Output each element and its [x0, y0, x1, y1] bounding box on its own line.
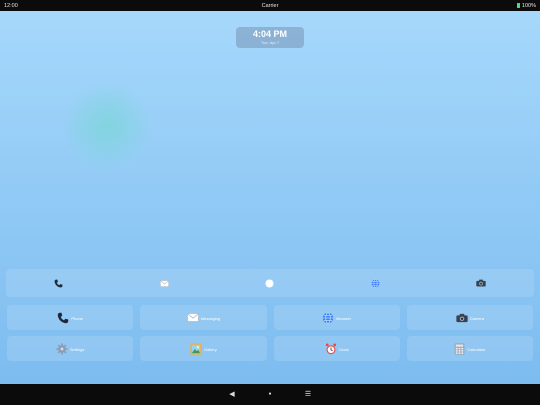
camera-icon — [456, 313, 468, 323]
clock-widget[interactable]: 4:04 PM Tue, Apr 7 — [236, 27, 304, 48]
envelope-icon — [186, 313, 199, 322]
app-label-browser: Browser — [336, 316, 351, 321]
clock-widget-time: 4:04 PM — [252, 29, 287, 39]
app-tile-browser[interactable]: Browser — [273, 305, 400, 330]
app-label-messaging: Messaging — [200, 316, 221, 321]
app-label-settings: Settings — [69, 347, 85, 352]
dock — [6, 269, 534, 297]
calculator-icon — [454, 342, 465, 355]
app-label-calculator: Calculator — [467, 347, 486, 352]
app-label-phone: Phone — [71, 316, 83, 321]
app-tile-camera[interactable]: Camera — [406, 305, 533, 330]
back-button[interactable]: ◀ — [226, 391, 238, 398]
recents-button[interactable]: ☰ — [302, 391, 314, 398]
app-tile-calculator[interactable]: Calculator — [406, 336, 533, 361]
globe-icon — [322, 311, 334, 324]
dock-item-browser[interactable] — [323, 269, 429, 297]
navigation-bar: ◀ ● ☰ — [0, 384, 540, 405]
camera-icon — [476, 279, 486, 287]
alarm-clock-icon — [325, 343, 337, 355]
globe-icon — [371, 278, 380, 288]
app-label-clock: Clock — [338, 347, 349, 352]
battery-icon — [516, 3, 520, 8]
phone-icon — [57, 312, 69, 324]
app-label-gallery: Gallery — [204, 347, 217, 352]
app-tile-settings[interactable]: Settings — [7, 336, 134, 361]
phone-icon — [54, 279, 63, 288]
app-label-camera: Camera — [469, 316, 484, 321]
app-tile-messaging[interactable]: Messaging — [140, 305, 267, 330]
picture-icon — [190, 342, 202, 355]
dock-item-home[interactable] — [217, 269, 323, 297]
app-tile-clock[interactable]: Clock — [273, 336, 400, 361]
app-tile-gallery[interactable]: Gallery — [140, 336, 267, 361]
status-time: 12:00 — [4, 2, 18, 9]
wallpaper-blob — [62, 81, 152, 171]
dock-item-phone[interactable] — [6, 269, 112, 297]
envelope-icon — [159, 279, 169, 287]
app-tile-phone[interactable]: Phone — [7, 305, 134, 330]
gear-icon — [56, 342, 68, 355]
clock-widget-date: Tue, Apr 7 — [260, 40, 280, 45]
battery-level: 100% — [521, 2, 536, 9]
battery-indicator: 100% — [516, 2, 536, 9]
carrier-name: Carrier — [261, 2, 279, 9]
dock-item-messaging[interactable] — [112, 269, 218, 297]
dock-item-camera[interactable] — [428, 269, 534, 297]
app-grid: Phone Messaging Browser Camera Settings … — [7, 305, 533, 361]
home-button[interactable]: ● — [264, 391, 276, 398]
circle-icon — [265, 278, 275, 288]
status-bar: 12:00 Carrier 100% — [0, 0, 540, 11]
